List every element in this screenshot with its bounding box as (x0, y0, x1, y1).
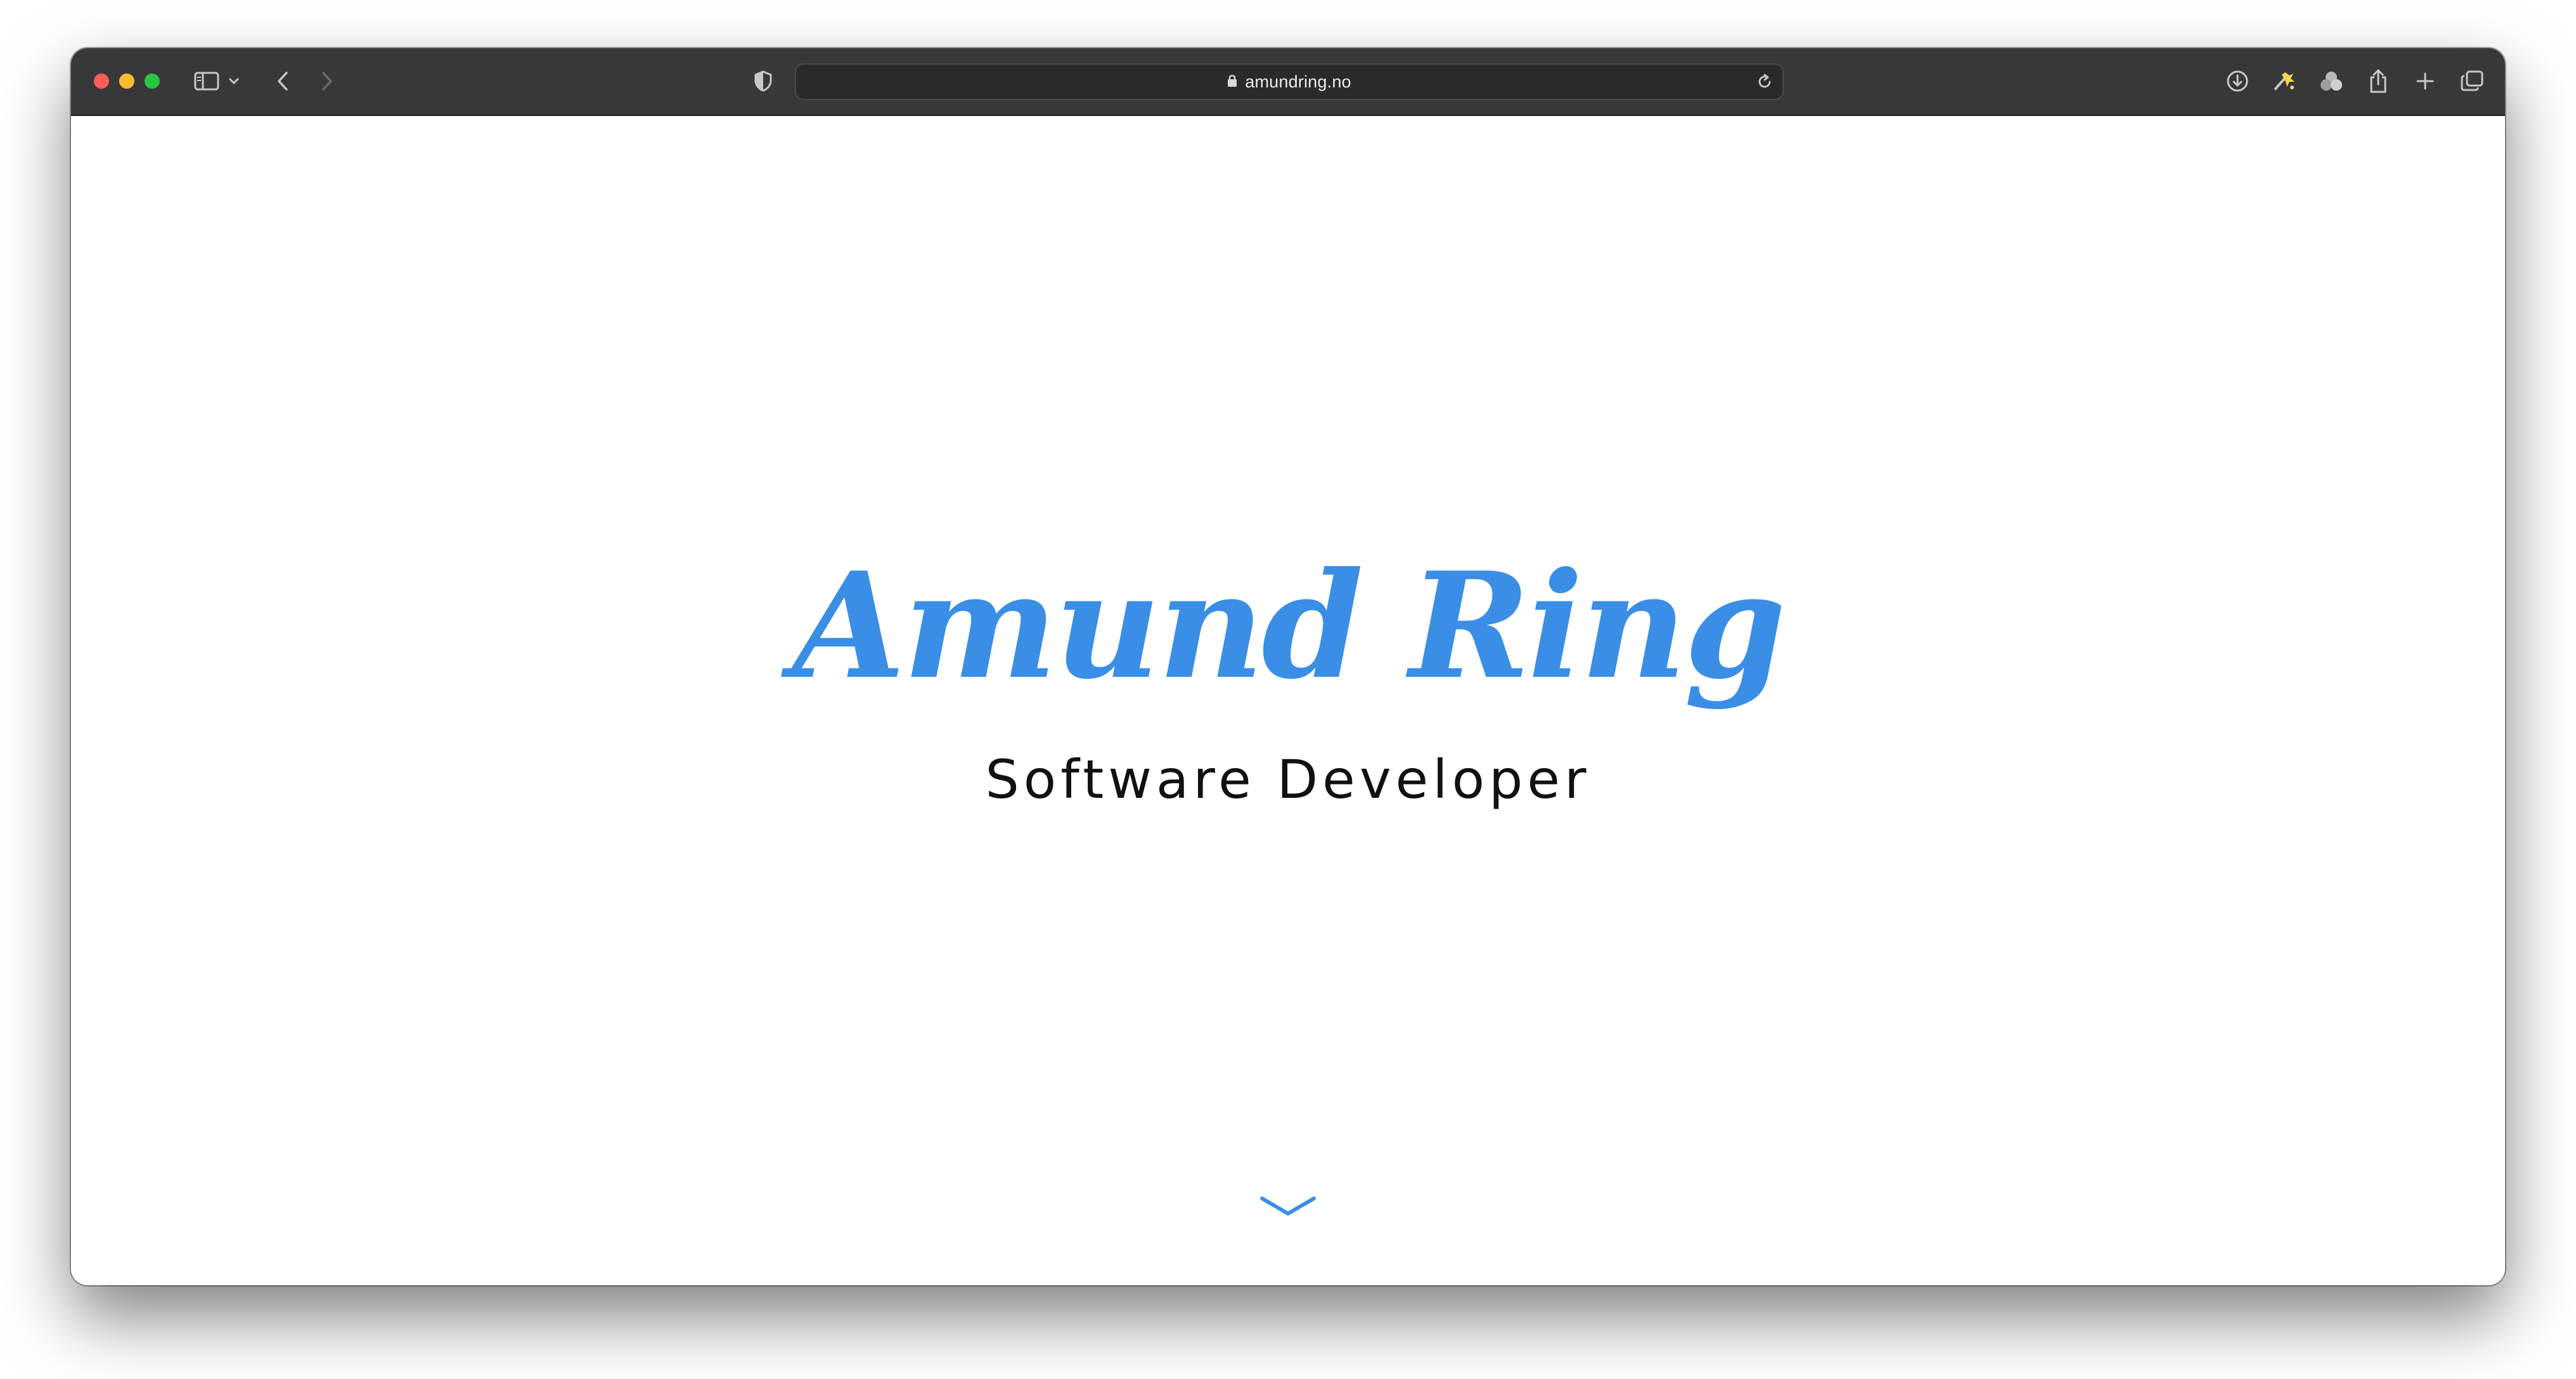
address-bar[interactable]: amundring.no (795, 63, 1784, 100)
hero-name: Amund Ring (792, 541, 1786, 712)
browser-toolbar: amundring.no (71, 48, 2505, 116)
extension-icon[interactable] (2269, 66, 2300, 96)
share-icon[interactable] (2363, 66, 2393, 96)
zoom-button[interactable] (145, 74, 160, 89)
browser-window: amundring.no Amund Ring Software Develop… (71, 48, 2505, 1285)
page-content: Amund Ring Software Developer (71, 116, 2505, 1285)
tab-overview-icon[interactable] (2457, 66, 2487, 96)
chevron-down-icon[interactable] (224, 66, 243, 96)
minimize-button[interactable] (119, 74, 134, 89)
new-tab-icon[interactable] (2410, 66, 2440, 96)
url-text: amundring.no (1245, 72, 1351, 91)
tab-group-icon[interactable] (2316, 66, 2347, 96)
hero-subtitle: Software Developer (985, 748, 1591, 811)
back-icon[interactable] (267, 66, 298, 96)
reload-icon[interactable] (1756, 73, 1774, 94)
shield-icon[interactable] (748, 66, 778, 96)
lock-icon (1227, 74, 1237, 91)
close-button[interactable] (94, 74, 109, 89)
sidebar-icon[interactable] (191, 66, 222, 96)
forward-icon[interactable] (312, 66, 342, 96)
scroll-down-icon[interactable] (1259, 1193, 1317, 1219)
download-icon[interactable] (2222, 66, 2253, 96)
